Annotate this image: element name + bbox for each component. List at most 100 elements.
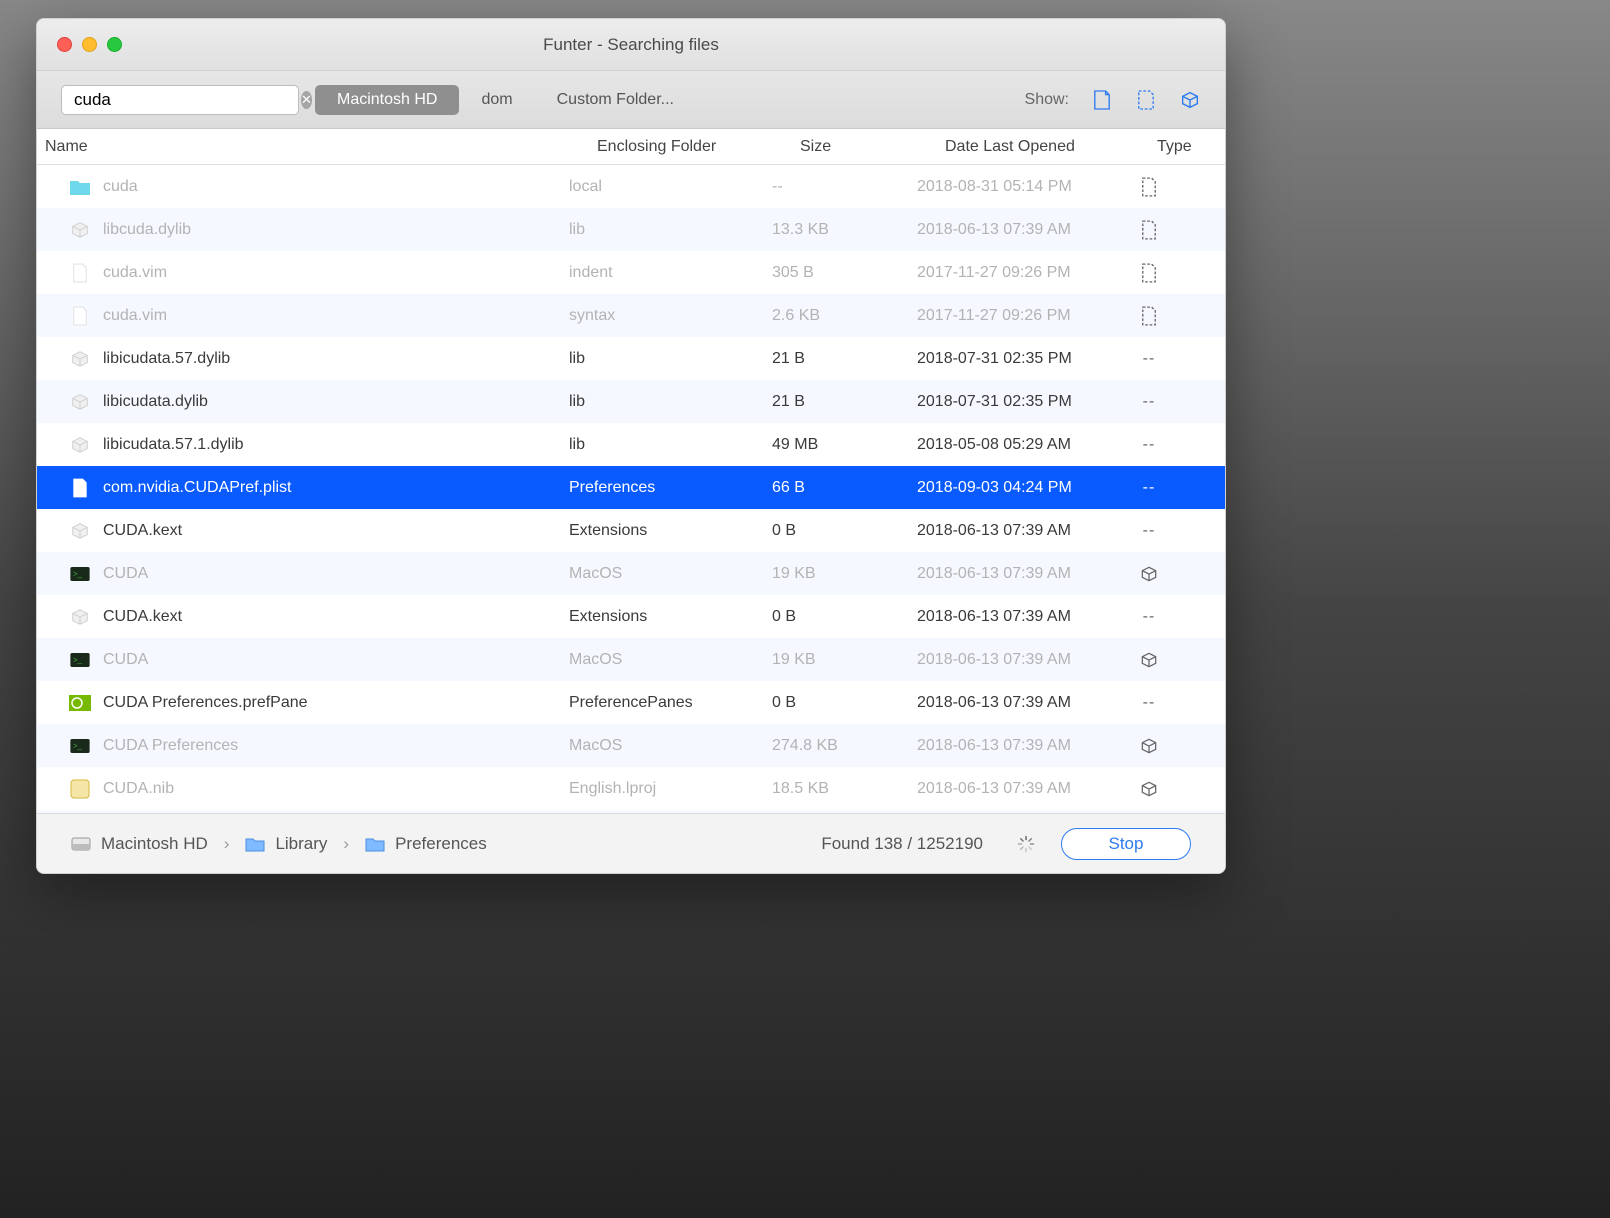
column-date[interactable]: Date Last Opened — [945, 138, 1157, 156]
file-size: 21 B — [772, 393, 917, 411]
date-last-opened: 2018-06-13 07:39 AM — [917, 522, 1129, 540]
svg-text:>_: >_ — [73, 655, 83, 664]
statusbar: Macintosh HD › Library › Preferences Fou… — [37, 813, 1225, 873]
enclosing-folder: MacOS — [569, 651, 772, 669]
scope-segmented: Macintosh HD dom Custom Folder... — [315, 85, 696, 115]
table-row[interactable]: libicudata.57.1.dyliblib49 MB2018-05-08 … — [37, 423, 1225, 466]
file-type-icon: -- — [1129, 436, 1169, 454]
date-last-opened: 2017-11-27 09:26 PM — [917, 307, 1129, 325]
file-icon — [69, 262, 91, 284]
file-type-icon: -- — [1129, 479, 1169, 497]
table-row[interactable]: CUDA Preferences.prefPanePreferencePanes… — [37, 681, 1225, 724]
column-size[interactable]: Size — [800, 138, 945, 156]
date-last-opened: 2018-06-13 07:39 AM — [917, 565, 1129, 583]
stop-button[interactable]: Stop — [1061, 828, 1191, 860]
results-list[interactable]: cudalocal--2018-08-31 05:14 PM libcuda.dy… — [37, 165, 1225, 813]
file-name: cuda.vim — [103, 264, 167, 282]
file-name: libicudata.dylib — [103, 393, 208, 411]
file-size: 19 KB — [772, 651, 917, 669]
filter-visible-icon[interactable] — [1091, 89, 1113, 111]
file-icon — [69, 477, 91, 499]
enclosing-folder: Extensions — [569, 608, 772, 626]
table-row[interactable]: CUDA.kextExtensions0 B2018-06-13 07:39 A… — [37, 595, 1225, 638]
breadcrumb-0[interactable]: Macintosh HD — [101, 834, 208, 854]
enclosing-folder: lib — [569, 436, 772, 454]
file-icon — [69, 692, 91, 714]
filter-hidden-icon[interactable] — [1135, 89, 1157, 111]
file-icon — [69, 391, 91, 413]
clear-search-icon[interactable]: ✕ — [301, 91, 312, 109]
file-type-icon — [1129, 306, 1169, 326]
file-icon — [69, 176, 91, 198]
column-folder[interactable]: Enclosing Folder — [597, 138, 800, 156]
file-name: libcuda.dylib — [103, 221, 191, 239]
file-name: libicudata.57.dylib — [103, 350, 230, 368]
file-type-icon — [1129, 177, 1169, 197]
table-row[interactable]: cuda.vimsyntax2.6 KB2017-11-27 09:26 PM — [37, 294, 1225, 337]
file-icon — [69, 348, 91, 370]
column-name[interactable]: Name — [45, 138, 597, 156]
enclosing-folder: MacOS — [569, 565, 772, 583]
scope-custom-folder[interactable]: Custom Folder... — [535, 85, 696, 115]
file-icon: >_ — [69, 735, 91, 757]
table-row[interactable]: CUDA.kext Extensions0 B2018-06-13 07:39 A… — [37, 509, 1225, 552]
date-last-opened: 2018-06-13 07:39 AM — [917, 651, 1129, 669]
date-last-opened: 2018-07-31 02:35 PM — [917, 350, 1129, 368]
table-header: Name Enclosing Folder Size Date Last Ope… — [37, 129, 1225, 165]
table-row[interactable]: cuda.vimindent305 B2017-11-27 09:26 PM — [37, 251, 1225, 294]
enclosing-folder: Extensions — [569, 522, 772, 540]
file-name: CUDA.kext — [103, 522, 182, 540]
table-row[interactable]: com.nvidia.CUDAPref.plist Preferences66 B… — [37, 466, 1225, 509]
file-icon — [69, 520, 91, 542]
enclosing-folder: Preferences — [569, 479, 772, 497]
date-last-opened: 2018-08-31 05:14 PM — [917, 178, 1129, 196]
search-field[interactable] — [74, 90, 295, 110]
date-last-opened: 2018-06-13 07:39 AM — [917, 608, 1129, 626]
enclosing-folder: lib — [569, 221, 772, 239]
table-row[interactable]: cudalocal--2018-08-31 05:14 PM — [37, 165, 1225, 208]
date-last-opened: 2018-06-13 07:39 AM — [917, 780, 1129, 798]
scope-dom[interactable]: dom — [459, 85, 534, 115]
table-row[interactable]: CUDA.nibEnglish.lproj18.5 KB2018-06-13 0… — [37, 767, 1225, 810]
table-row[interactable]: libicudata.57.dylib lib21 B2018-07-31 02:… — [37, 337, 1225, 380]
table-row[interactable]: libcuda.dyliblib13.3 KB2018-06-13 07:39 … — [37, 208, 1225, 251]
file-name: CUDA.nib — [103, 780, 174, 798]
date-last-opened: 2018-07-31 02:35 PM — [917, 393, 1129, 411]
file-icon: >_ — [69, 649, 91, 671]
table-row[interactable]: com.nvidia.cuda.launcher.plistResources4… — [37, 810, 1225, 813]
file-size: 66 B — [772, 479, 917, 497]
file-type-icon: -- — [1129, 393, 1169, 411]
file-name: CUDA Preferences — [103, 737, 238, 755]
file-name: libicudata.57.1.dylib — [103, 436, 244, 454]
scope-macintosh-hd[interactable]: Macintosh HD — [315, 85, 459, 115]
file-size: 0 B — [772, 522, 917, 540]
file-name: com.nvidia.CUDAPref.plist — [103, 479, 292, 497]
table-row[interactable]: libicudata.dyliblib21 B2018-07-31 02:35 … — [37, 380, 1225, 423]
table-row[interactable]: >_CUDA PreferencesMacOS274.8 KB2018-06-1… — [37, 724, 1225, 767]
table-row[interactable]: >_CUDAMacOS19 KB2018-06-13 07:39 AM — [37, 638, 1225, 681]
file-size: 305 B — [772, 264, 917, 282]
date-last-opened: 2018-09-03 04:24 PM — [917, 479, 1129, 497]
column-type[interactable]: Type — [1157, 138, 1217, 156]
file-size: 21 B — [772, 350, 917, 368]
breadcrumb-2[interactable]: Preferences — [395, 834, 487, 854]
file-size: 18.5 KB — [772, 780, 917, 798]
file-icon: >_ — [69, 563, 91, 585]
titlebar[interactable]: Funter - Searching files — [37, 19, 1225, 71]
breadcrumb-1[interactable]: Library — [275, 834, 327, 854]
table-row[interactable]: >_CUDAMacOS19 KB2018-06-13 07:39 AM — [37, 552, 1225, 595]
file-type-icon — [1129, 779, 1169, 799]
svg-text:>_: >_ — [73, 569, 83, 578]
file-icon — [69, 305, 91, 327]
search-input[interactable]: ✕ — [61, 85, 299, 115]
file-type-icon — [1129, 736, 1169, 756]
filter-package-icon[interactable] — [1179, 89, 1201, 111]
enclosing-folder: indent — [569, 264, 772, 282]
file-type-icon: -- — [1129, 350, 1169, 368]
file-type-icon — [1129, 650, 1169, 670]
enclosing-folder: lib — [569, 350, 772, 368]
file-icon — [69, 434, 91, 456]
toolbar: ✕ Macintosh HD dom Custom Folder... Show… — [37, 71, 1225, 129]
file-type-icon: -- — [1129, 694, 1169, 712]
file-size: 19 KB — [772, 565, 917, 583]
